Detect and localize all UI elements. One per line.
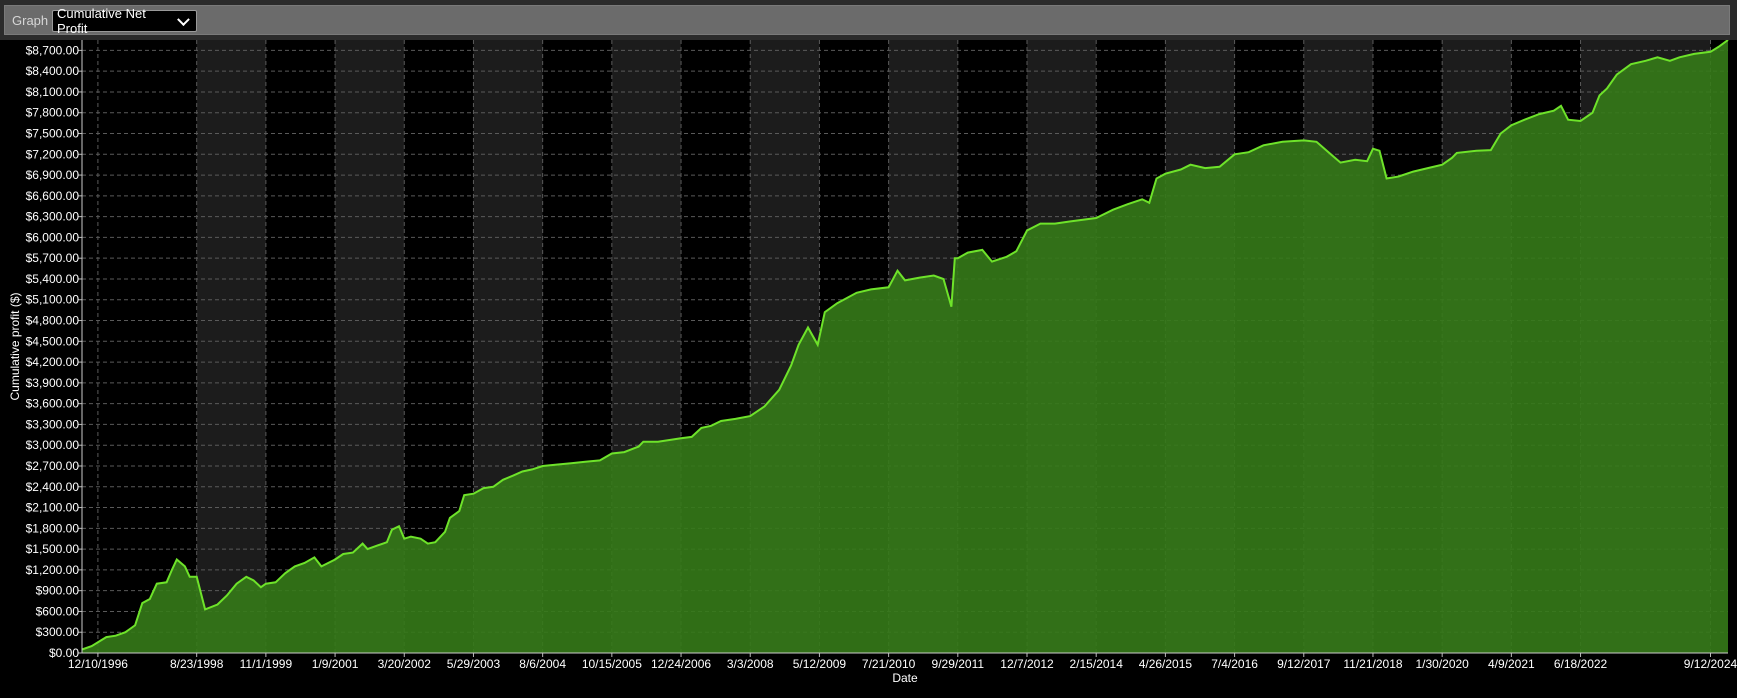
y-tick-label: $2,100.00 bbox=[26, 501, 80, 515]
y-tick-label: $3,000.00 bbox=[26, 438, 80, 452]
y-tick-label: $5,100.00 bbox=[26, 293, 80, 307]
x-tick-label: 9/12/2024 bbox=[1684, 657, 1737, 671]
x-tick-label: 1/9/2001 bbox=[312, 657, 359, 671]
y-axis-title: Cumulative profit ($) bbox=[8, 292, 22, 400]
graph-type-select-value: Cumulative Net Profit bbox=[57, 6, 146, 36]
x-tick-label: 8/6/2004 bbox=[519, 657, 566, 671]
y-tick-label: $1,800.00 bbox=[26, 521, 80, 535]
x-tick-label: 2/15/2014 bbox=[1070, 657, 1124, 671]
y-tick-label: $3,300.00 bbox=[26, 417, 80, 431]
x-tick-label: 12/10/1996 bbox=[68, 657, 128, 671]
y-tick-label: $6,300.00 bbox=[26, 210, 80, 224]
x-tick-label: 10/15/2005 bbox=[582, 657, 642, 671]
y-tick-label: $6,000.00 bbox=[26, 230, 80, 244]
x-tick-label: 4/9/2021 bbox=[1488, 657, 1535, 671]
y-tick-label: $8,400.00 bbox=[26, 64, 80, 78]
y-tick-label: $8,100.00 bbox=[26, 85, 80, 99]
y-tick-label: $2,400.00 bbox=[26, 480, 80, 494]
y-tick-label: $5,700.00 bbox=[26, 251, 80, 265]
chevron-down-icon bbox=[177, 12, 190, 26]
y-tick-label: $7,200.00 bbox=[26, 147, 80, 161]
x-tick-label: 9/29/2011 bbox=[932, 657, 985, 671]
x-tick-label: 6/18/2022 bbox=[1554, 657, 1608, 671]
x-tick-label: 12/7/2012 bbox=[1000, 657, 1054, 671]
graph-type-select[interactable]: Cumulative Net Profit bbox=[52, 6, 197, 36]
y-tick-label: $300.00 bbox=[36, 625, 80, 639]
x-tick-label: 11/1/1999 bbox=[240, 657, 293, 671]
y-tick-label: $6,900.00 bbox=[26, 168, 80, 182]
y-tick-label: $8,700.00 bbox=[26, 43, 80, 57]
y-tick-label: $4,800.00 bbox=[26, 314, 80, 328]
x-tick-label: 11/21/2018 bbox=[1343, 657, 1402, 671]
y-tick-label: $4,200.00 bbox=[26, 355, 80, 369]
y-tick-label: $7,800.00 bbox=[26, 106, 80, 120]
x-tick-label: 7/21/2010 bbox=[862, 657, 916, 671]
y-tick-label: $6,600.00 bbox=[26, 189, 80, 203]
y-tick-label: $5,400.00 bbox=[26, 272, 80, 286]
toolbar-panel: Graph Cumulative Net Profit bbox=[4, 5, 1730, 36]
y-tick-label: $600.00 bbox=[36, 604, 80, 618]
y-tick-label: $3,600.00 bbox=[26, 397, 80, 411]
y-axis-ticks: $0.00$300.00$600.00$900.00$1,200.00$1,50… bbox=[26, 43, 82, 660]
y-tick-label: $2,700.00 bbox=[26, 459, 80, 473]
y-tick-label: $1,500.00 bbox=[26, 542, 80, 556]
y-tick-label: $1,200.00 bbox=[26, 563, 80, 577]
x-tick-label: 8/23/1998 bbox=[170, 657, 224, 671]
x-tick-label: 3/3/2008 bbox=[727, 657, 774, 671]
cumulative-profit-chart: $0.00$300.00$600.00$900.00$1,200.00$1,50… bbox=[8, 40, 1737, 685]
x-tick-label: 5/12/2009 bbox=[793, 657, 847, 671]
x-axis-ticks: 12/10/1996 8/23/1998 11/1/1999 1/9/2001 3/20… bbox=[68, 653, 1737, 671]
x-tick-label: 3/20/2002 bbox=[378, 657, 432, 671]
x-axis-title: Date bbox=[892, 671, 918, 685]
graph-toolbar: Graph Cumulative Net Profit bbox=[0, 0, 1737, 40]
x-tick-label: 12/24/2006 bbox=[651, 657, 711, 671]
y-tick-label: $900.00 bbox=[36, 584, 80, 598]
x-tick-label: 1/30/2020 bbox=[1415, 657, 1469, 671]
x-tick-label: 7/4/2016 bbox=[1211, 657, 1258, 671]
y-tick-label: $3,900.00 bbox=[26, 376, 80, 390]
x-tick-label: 4/26/2015 bbox=[1139, 657, 1193, 671]
background-band bbox=[196, 40, 266, 653]
x-tick-label: 9/12/2017 bbox=[1277, 657, 1331, 671]
x-tick-label: 5/29/2003 bbox=[447, 657, 501, 671]
y-tick-label: $7,500.00 bbox=[26, 127, 80, 141]
graph-label: Graph bbox=[12, 13, 49, 28]
y-tick-label: $4,500.00 bbox=[26, 334, 80, 348]
